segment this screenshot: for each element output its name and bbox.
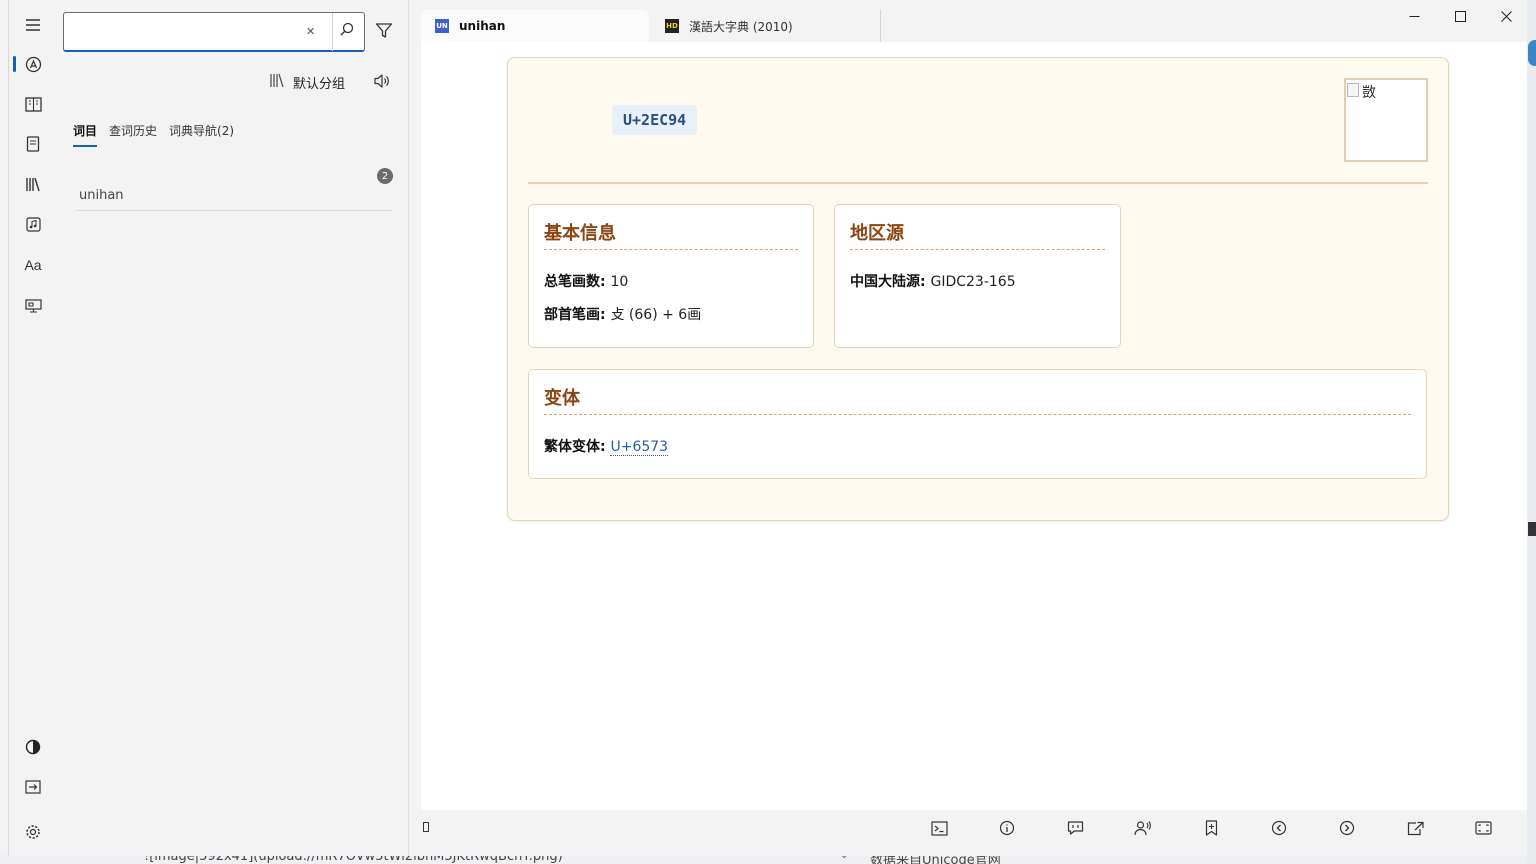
underlying-marker [1528,522,1536,536]
section-divider [544,414,1411,415]
basic-info-section: 基本信息 总笔画数: 10 部首笔画: 攴 (66) + 6画 [528,204,814,348]
filter-icon[interactable] [375,22,395,42]
info-icon[interactable] [997,818,1017,838]
bottom-toolbar [411,810,1527,856]
entry-count-badge: 2 [377,168,393,184]
back-icon[interactable] [1269,818,1289,838]
traditional-variant-row: 繁体变体: U+6573 [544,436,668,456]
app-window: Aa ✕ 默认分组 [8,0,1526,856]
maximize-icon[interactable] [1445,6,1475,26]
dictionary-tabbar: UN unihan HD 漢語大字典 (2010) [411,0,1527,42]
mainland-source-row: 中国大陆源: GIDC23-165 [850,271,1016,291]
total-strokes-row: 总笔画数: 10 [544,271,628,291]
speaker-icon[interactable] [373,72,393,92]
codepoint-badge: U+2EC94 [612,105,697,135]
list-tabs: 词目 查词历史 词典导航(2) [67,116,240,147]
forward-icon[interactable] [1337,818,1357,838]
nav-active-indicator [13,56,16,72]
minimize-icon[interactable] [1399,6,1429,26]
broken-image-icon [1347,83,1359,97]
group-label: 默认分组 [293,73,345,92]
underlying-avatar [1528,40,1536,66]
lookup-icon[interactable] [21,52,45,76]
voice-icon[interactable] [1133,818,1153,838]
comment-icon[interactable] [1065,818,1085,838]
terminal-icon[interactable] [929,818,949,838]
character-card: 𮺔 U+2EC94 敳 基本信息 总笔画数: 10 部首笔画: 攴 (66) +… [507,57,1449,521]
audio-icon[interactable] [21,212,45,236]
list-item[interactable]: 𮺔 unihan 2 [75,150,393,211]
tab-hanyu-dazidian-label: 漢語大字典 (2010) [689,18,793,35]
open-external-icon[interactable] [1405,818,1425,838]
menu-icon[interactable] [21,13,45,37]
basic-info-heading: 基本信息 [544,219,616,245]
library-icon [269,73,285,92]
tab-hanyu-dazidian[interactable]: HD 漢語大字典 (2010) [651,10,881,42]
mainland-source-value: GIDC23-165 [930,274,1015,290]
screen-capture-icon[interactable] [21,294,45,318]
tab-unihan-label: unihan [459,19,505,33]
bookmark-icon[interactable] [1201,818,1221,838]
region-source-section: 地区源 中国大陆源: GIDC23-165 [834,204,1121,348]
hanyu-dazidian-favicon: HD [665,19,679,33]
library-icon[interactable] [21,172,45,196]
total-strokes-label: 总笔画数 [544,274,600,290]
radical-value: 攴 (66) + 6画 [610,307,701,323]
search-box: ✕ [63,12,365,52]
character-image: 敳 [1344,78,1428,162]
group-selector[interactable]: 默认分组 [269,72,345,92]
lookup-pane: ✕ 默认分组 词目 查词历史 词典导航(2) 𮺔 unihan 2 [57,0,409,856]
nav-rail: Aa [9,0,57,856]
section-divider [850,249,1105,250]
theme-icon[interactable] [21,735,45,759]
underlying-window-edge [1526,0,1536,864]
entry-source: unihan [79,188,124,203]
unihan-favicon: UN [435,19,449,33]
region-source-heading: 地区源 [850,219,904,245]
traditional-variant-label: 繁体变体 [544,439,600,455]
variants-heading: 变体 [544,384,580,410]
fullscreen-icon[interactable] [1473,818,1493,838]
content-area: UN unihan HD 漢語大字典 (2010) 𮺔 U+2EC94 [411,0,1527,856]
total-strokes-value: 10 [610,274,628,290]
status-indicator [423,822,429,832]
character-image-alt: 敳 [1362,82,1376,102]
traditional-variant-link[interactable]: U+6573 [610,439,668,456]
mainland-source-label: 中国大陆源 [850,274,920,290]
search-separator [332,13,333,51]
tab-unihan[interactable]: UN unihan [421,10,649,42]
dictionary-page: 𮺔 U+2EC94 敳 基本信息 总笔画数: 10 部首笔画: 攴 (66) +… [421,42,1527,810]
header-divider [528,182,1428,184]
font-icon[interactable]: Aa [21,253,45,277]
section-divider [544,249,798,250]
radical-row: 部首笔画: 攴 (66) + 6画 [544,304,701,324]
variants-section: 变体 繁体变体: U+6573 [528,369,1427,479]
search-input[interactable] [70,20,290,42]
clear-icon[interactable]: ✕ [306,25,315,38]
radical-label: 部首笔画 [544,307,600,323]
wordbook-icon[interactable] [21,132,45,156]
search-icon[interactable] [340,22,354,40]
tab-dictionary-nav[interactable]: 词典导航(2) [163,116,240,147]
export-icon[interactable] [21,775,45,799]
dictionaries-icon[interactable] [21,92,45,116]
tab-history[interactable]: 查词历史 [103,116,163,147]
close-icon[interactable] [1491,6,1521,26]
tab-entries[interactable]: 词目 [67,116,103,147]
settings-icon[interactable] [21,820,45,844]
